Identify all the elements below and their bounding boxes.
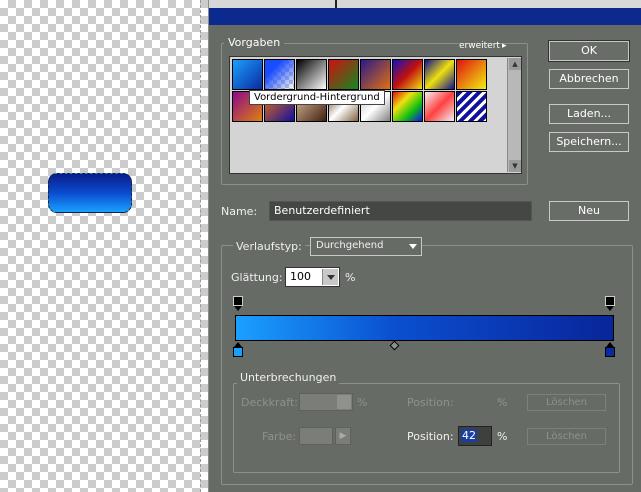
gradient-editor-dialog: Vorgaben erweitert ▸ ▲ ▼ Vordergrund-Hin… — [208, 0, 641, 492]
dialog-titlebar[interactable] — [209, 8, 641, 25]
new-button[interactable]: Neu — [549, 201, 629, 221]
name-label: Name: — [221, 205, 258, 218]
smoothness-label: Glättung: — [231, 271, 283, 284]
smoothness-unit: % — [345, 271, 356, 284]
presets-more-label: erweitert — [459, 41, 500, 51]
preset-swatch[interactable] — [360, 59, 391, 90]
delete-opacity-stop-button: Löschen — [527, 394, 606, 411]
ok-button[interactable]: OK — [548, 40, 630, 62]
triangle-right-icon: ▸ — [501, 41, 507, 51]
preset-swatch[interactable] — [456, 91, 487, 122]
color-position-unit: % — [497, 430, 508, 443]
presets-legend: Vorgaben — [224, 36, 285, 49]
opacity-position-unit: % — [497, 396, 508, 409]
color-position-value: 42 — [461, 429, 477, 442]
gradient-type-label: Verlaufstyp: — [233, 240, 305, 253]
color-swatch-field — [299, 427, 333, 445]
cancel-button[interactable]: Abbrechen — [549, 69, 629, 89]
color-stop-right[interactable] — [605, 342, 615, 359]
preset-swatch[interactable] — [392, 59, 423, 90]
gradient-preview-bar[interactable] — [235, 315, 614, 341]
canvas-area — [0, 0, 208, 492]
chevron-down-icon — [409, 244, 417, 249]
opacity-stop-left[interactable] — [233, 296, 243, 312]
preset-swatch[interactable] — [232, 59, 263, 90]
opacity-field — [299, 393, 353, 411]
top-strip — [209, 0, 641, 8]
smoothness-dropdown[interactable] — [322, 269, 338, 285]
preset-swatch[interactable] — [264, 59, 295, 90]
color-position-field[interactable]: 42 — [458, 426, 492, 446]
color-menu-arrow-icon: ▶ — [335, 427, 351, 445]
stops-legend: Unterbrechungen — [237, 371, 340, 384]
preset-swatch[interactable] — [456, 59, 487, 90]
gradient-type-value: Durchgehend — [316, 240, 384, 251]
smoothness-field[interactable]: 100 — [285, 267, 340, 287]
preset-swatch[interactable] — [392, 91, 423, 122]
delete-color-stop-button: Löschen — [527, 428, 606, 445]
presets-more-menu[interactable]: erweitert ▸ — [459, 41, 506, 51]
gradient-shape — [48, 173, 132, 213]
smoothness-value: 100 — [290, 270, 311, 283]
name-field[interactable]: Benutzerdefiniert — [269, 201, 532, 221]
preset-swatch[interactable] — [296, 59, 327, 90]
gradient-type-select[interactable]: Durchgehend — [310, 237, 422, 256]
color-position-label: Position: — [407, 430, 454, 443]
opacity-dropdown — [337, 395, 351, 409]
color-label: Farbe: — [262, 430, 297, 443]
opacity-position-label: Position: — [407, 396, 454, 409]
opacity-unit: % — [357, 396, 368, 409]
scroll-up-icon[interactable]: ▲ — [509, 58, 521, 70]
preset-swatch[interactable] — [424, 91, 455, 122]
preset-tooltip: Vordergrund-Hintergrund — [249, 90, 385, 105]
color-stop-left[interactable] — [233, 342, 243, 359]
opacity-label: Deckkraft: — [241, 396, 298, 409]
preset-swatch-list[interactable]: ▲ ▼ — [229, 56, 522, 174]
preset-scrollbar[interactable]: ▲ ▼ — [507, 58, 521, 172]
load-button[interactable]: Laden... — [549, 104, 629, 124]
save-button[interactable]: Speichern... — [549, 132, 629, 152]
scroll-down-icon[interactable]: ▼ — [509, 160, 521, 172]
chevron-down-icon — [327, 275, 335, 280]
preset-swatch[interactable] — [424, 59, 455, 90]
preset-swatch[interactable] — [328, 59, 359, 90]
opacity-stop-right[interactable] — [605, 296, 615, 312]
canvas-edge — [200, 0, 201, 492]
